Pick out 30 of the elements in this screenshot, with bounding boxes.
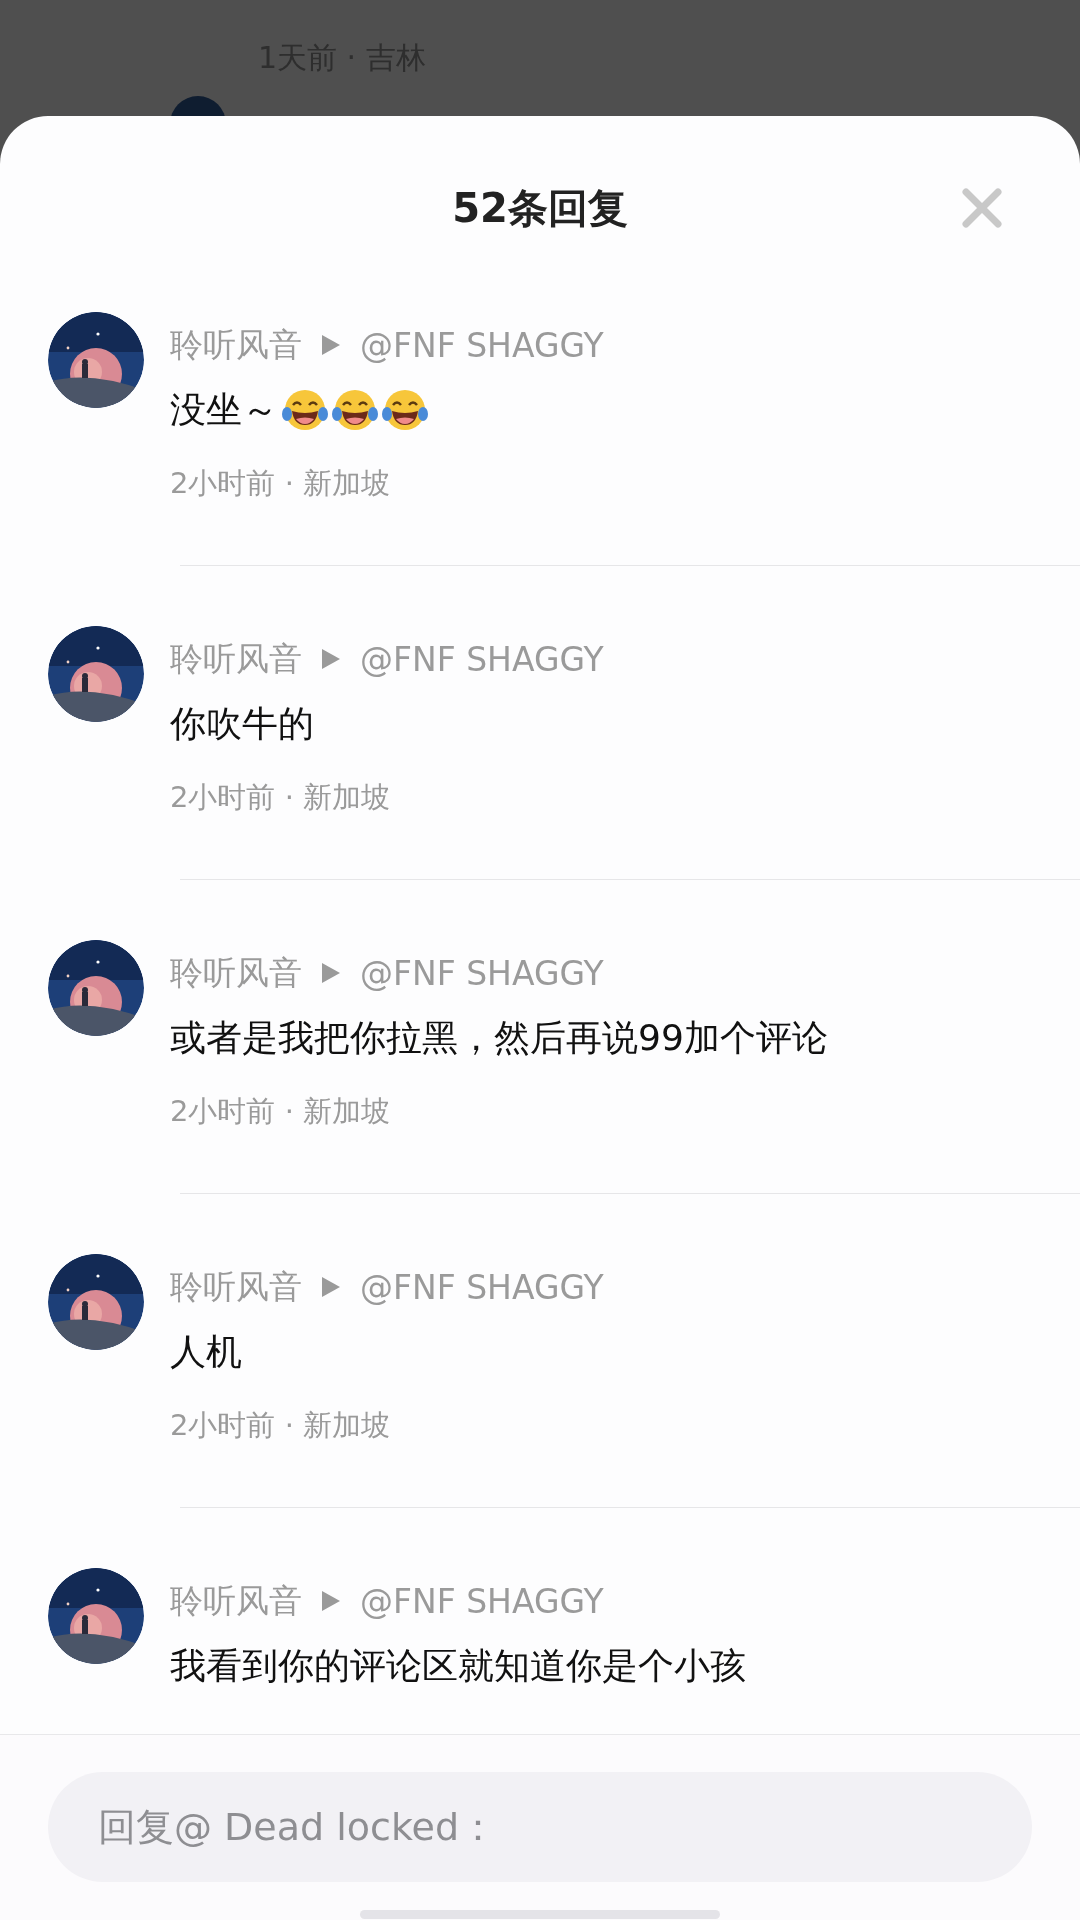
reply-target[interactable]: @FNF SHAGGY (360, 1267, 604, 1307)
reply-target[interactable]: @FNF SHAGGY (360, 325, 604, 365)
comment-meta: 2小时前 · 新加坡 (170, 465, 392, 502)
comment-text: 我看到你的评论区就知道你是个小孩 (170, 1643, 746, 1688)
comment-text: 人机 (170, 1329, 242, 1374)
author-name[interactable]: 聆听风音 (170, 950, 302, 996)
play-icon (322, 963, 340, 983)
author-name[interactable]: 聆听风音 (170, 322, 302, 368)
author-name[interactable]: 聆听风音 (170, 636, 302, 682)
comment-meta: 2小时前 · 新加坡 (170, 1093, 392, 1130)
play-icon (322, 335, 340, 355)
laughing-emoji-icon (382, 388, 428, 432)
comment-text: 你吹牛的 (170, 701, 314, 746)
laughing-emoji-icon (332, 388, 378, 432)
reply-target[interactable]: @FNF SHAGGY (360, 639, 604, 679)
comment-text: 没坐～ (170, 387, 278, 432)
play-icon (322, 1277, 340, 1297)
reply-input-field[interactable]: 回复@ Dead locked： (48, 1772, 1032, 1882)
author-name[interactable]: 聆听风音 (170, 1578, 302, 1624)
comment-meta: 2小时前 · 新加坡 (170, 1407, 392, 1444)
close-icon[interactable] (960, 186, 1004, 230)
laughing-emoji-icon (282, 388, 328, 432)
comment-meta: 2小时前 · 新加坡 (170, 779, 392, 816)
play-icon (322, 1591, 340, 1611)
reply-target[interactable]: @FNF SHAGGY (360, 953, 604, 993)
comment-text: 或者是我把你拉黑，然后再说99加个评论 (170, 1015, 828, 1060)
reply-target[interactable]: @FNF SHAGGY (360, 1581, 604, 1621)
play-icon (322, 649, 340, 669)
author-name[interactable]: 聆听风音 (170, 1264, 302, 1310)
sheet-title: 52条回复 (452, 183, 628, 233)
